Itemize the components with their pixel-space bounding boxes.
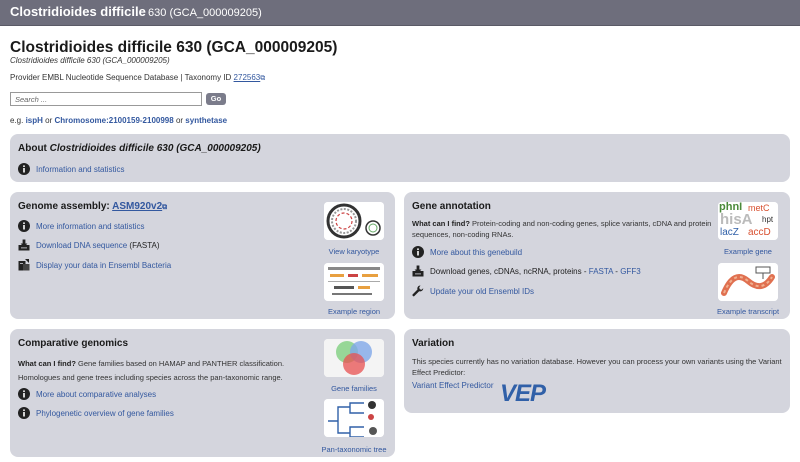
info-icon	[18, 220, 30, 232]
example-link-isph[interactable]: ispH	[26, 116, 43, 125]
download-dna-link[interactable]: Download DNA sequence	[36, 241, 127, 250]
header-strain: 630 (GCA_000009205)	[148, 7, 262, 19]
vep-logo-text: VEP	[500, 380, 546, 407]
external-link-icon: ⧉	[162, 204, 168, 211]
view-karyotype-link[interactable]: View karyotype	[324, 247, 384, 256]
download-icon	[412, 265, 424, 277]
tree-image	[324, 399, 384, 437]
variation-panel: Variation This species currently has no …	[404, 329, 790, 413]
pan-taxonomic-tree-thumbnail[interactable]	[324, 399, 384, 437]
comparative-what-label: What can I find?	[18, 359, 76, 368]
wrench-icon	[412, 285, 424, 297]
karyotype-thumbnail[interactable]	[324, 202, 384, 240]
comparative-genomics-panel: Comparative genomics What can I find? Ge…	[10, 329, 395, 457]
variation-title: Variation	[412, 338, 455, 349]
info-icon	[18, 388, 30, 400]
gene-word: hisA	[720, 211, 753, 228]
annotation-description: What can I find? Protein-coding and non-…	[412, 219, 712, 240]
example-gene-link[interactable]: Example gene	[718, 247, 778, 256]
display-data-link[interactable]: Display your data in Ensembl Bacteria	[36, 261, 171, 270]
download-dna-suffix: (FASTA)	[129, 240, 160, 250]
comparative-what-text-1: Gene families based on HAMAP and PANTHER…	[78, 359, 285, 368]
external-link-icon: ⧉	[260, 75, 266, 82]
pan-taxonomic-tree-link[interactable]: Pan-taxonomic tree	[316, 445, 392, 454]
genebuild-row[interactable]: More about this genebuild	[412, 246, 522, 258]
gene-word: lacZ	[720, 227, 739, 238]
comparative-more-row[interactable]: More about comparative analyses	[18, 388, 156, 400]
page-subtitle: Clostridioides difficile 630 (GCA_000009…	[10, 56, 170, 65]
phylogenetic-overview-row[interactable]: Phylogenetic overview of gene families	[18, 407, 174, 419]
assembly-more-info-link[interactable]: More information and statistics	[36, 222, 145, 231]
example-gene-thumbnail[interactable]: phnI metC hisA hpt lacZ accD	[718, 202, 778, 240]
download-icon	[18, 239, 30, 251]
update-ids-row[interactable]: Update your old Ensembl IDs	[412, 285, 534, 297]
search-input[interactable]	[10, 92, 202, 106]
gene-families-thumbnail[interactable]	[324, 339, 384, 377]
gene-word: accD	[748, 227, 771, 238]
page-title: Clostridioides difficile 630 (GCA_000009…	[10, 39, 338, 56]
vep-logo[interactable]: VEP	[500, 379, 546, 409]
comparative-description: What can I find? Gene families based on …	[18, 357, 318, 385]
annotation-title: Gene annotation	[412, 201, 491, 212]
transcript-image	[718, 263, 778, 301]
venn-diagram-image	[324, 339, 384, 377]
annotation-download-row: Download genes, cDNAs, ncRNA, proteins -…	[412, 265, 641, 277]
download-fasta-link[interactable]: FASTA	[589, 267, 613, 276]
gene-word: hpt	[762, 215, 774, 224]
assembly-display-row[interactable]: Display your data in Ensembl Bacteria	[18, 259, 171, 271]
examples-prefix: e.g.	[10, 116, 24, 125]
example-transcript-link[interactable]: Example transcript	[710, 307, 786, 316]
taxonomy-id-link[interactable]: 272563	[234, 73, 261, 82]
gene-word-cloud: phnI metC hisA hpt lacZ accD	[718, 202, 778, 240]
example-region-link[interactable]: Example region	[324, 307, 384, 316]
comparative-more-link[interactable]: More about comparative analyses	[36, 390, 156, 399]
karyotype-image	[324, 202, 384, 240]
provider-label: Provider EMBL Nucleotide Sequence Databa…	[10, 73, 232, 82]
about-title-prefix: About	[18, 143, 47, 154]
download-dash: -	[615, 266, 618, 276]
examples-or: or	[175, 116, 184, 125]
variation-text: This species currently has no variation …	[412, 357, 782, 377]
annotation-what-label: What can I find?	[412, 219, 470, 228]
update-ids-link[interactable]: Update your old Ensembl IDs	[430, 287, 534, 296]
info-icon	[412, 246, 424, 258]
gene-annotation-panel: Gene annotation What can I find? Protein…	[404, 192, 790, 319]
gene-families-link[interactable]: Gene families	[324, 384, 384, 393]
genome-assembly-panel: Genome assembly: ASM920v2⧉ More informat…	[10, 192, 395, 319]
vep-link[interactable]: Variant Effect Predictor	[412, 381, 494, 390]
comparative-title: Comparative genomics	[18, 338, 129, 349]
phylogenetic-overview-link[interactable]: Phylogenetic overview of gene families	[36, 409, 174, 418]
genebuild-link[interactable]: More about this genebuild	[430, 248, 522, 257]
info-icon	[18, 163, 30, 175]
assembly-download-row[interactable]: Download DNA sequence (FASTA)	[18, 239, 159, 251]
region-image	[324, 263, 384, 301]
species-header-bar: Clostridioides difficile 630 (GCA_000009…	[0, 0, 800, 26]
about-title: About Clostridioides difficile 630 (GCA_…	[18, 143, 261, 154]
search-examples: e.g. ispH or Chromosome:2100159-2100998 …	[10, 116, 227, 125]
about-info-row[interactable]: Information and statistics	[18, 163, 124, 175]
about-panel: About Clostridioides difficile 630 (GCA_…	[10, 134, 790, 182]
provider-line: Provider EMBL Nucleotide Sequence Databa…	[10, 73, 265, 83]
examples-or: or	[45, 116, 53, 125]
annotation-download-prefix: Download genes, cDNAs, ncRNA, proteins -	[430, 266, 587, 276]
download-gff3-link[interactable]: GFF3	[620, 267, 640, 276]
info-icon	[18, 407, 30, 419]
example-link-synthetase[interactable]: synthetase	[185, 116, 227, 125]
assembly-name-link[interactable]: ASM920v2	[112, 201, 162, 212]
search-go-button[interactable]: Go	[206, 93, 226, 105]
upload-data-icon	[18, 259, 30, 271]
example-transcript-thumbnail[interactable]	[718, 263, 778, 301]
assembly-title-prefix: Genome assembly:	[18, 201, 110, 212]
about-title-species: Clostridioides difficile 630 (GCA_000009…	[49, 143, 261, 154]
info-statistics-link[interactable]: Information and statistics	[36, 165, 124, 174]
comparative-what-text-2: Homologues and gene trees including spec…	[18, 373, 283, 382]
example-link-chromosome[interactable]: Chromosome:2100159-2100998	[55, 116, 174, 125]
example-region-thumbnail[interactable]	[324, 263, 384, 301]
assembly-title: Genome assembly: ASM920v2⧉	[18, 201, 167, 212]
header-species-name: Clostridioides difficile	[10, 4, 146, 19]
assembly-more-info-row[interactable]: More information and statistics	[18, 220, 145, 232]
